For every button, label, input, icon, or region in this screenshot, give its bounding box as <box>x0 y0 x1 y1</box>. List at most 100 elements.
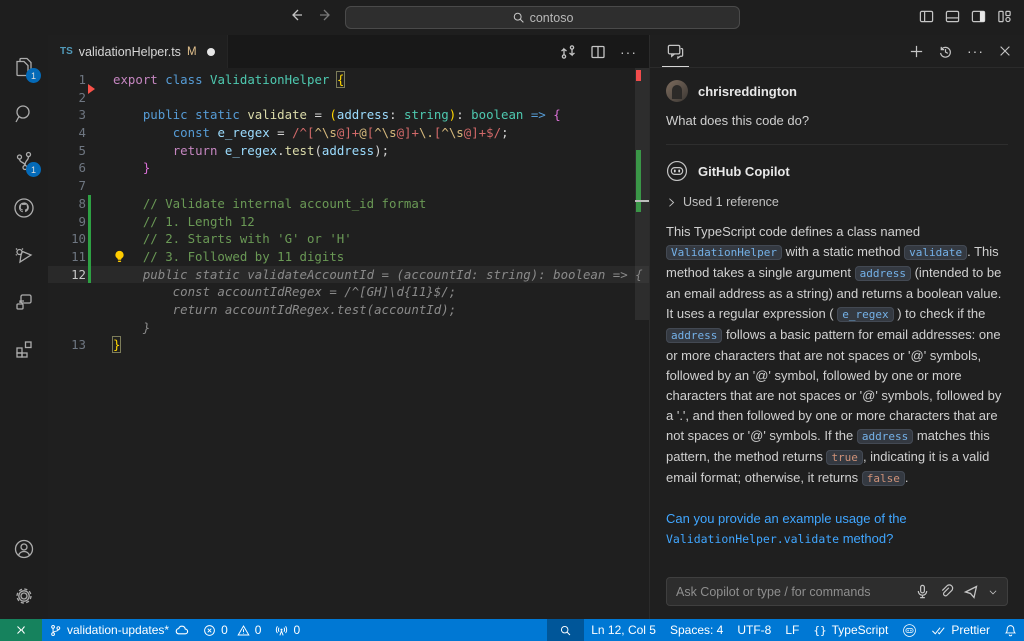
lightbulb-icon[interactable] <box>113 250 126 263</box>
search-icon <box>12 102 36 126</box>
code-line[interactable]: 2 <box>48 89 649 107</box>
tab-validation-helper[interactable]: TS validationHelper.ts M <box>48 35 228 68</box>
command-center-search[interactable]: contoso <box>345 6 740 29</box>
typescript-file-icon: TS <box>60 46 73 57</box>
copilot-chat-panel: ··· chrisreddington What does this code … <box>649 35 1024 619</box>
eol-item[interactable]: LF <box>778 619 806 641</box>
warning-count: 0 <box>255 623 262 637</box>
search-icon <box>559 624 572 637</box>
editor-group: TS validationHelper.ts M ··· 1export cla… <box>48 35 649 619</box>
indentation-item[interactable]: Spaces: 4 <box>663 619 730 641</box>
github-icon <box>12 196 36 220</box>
code-line[interactable]: 4 const e_regex = /^[^\s@]+@[^\s@]+\.[^\… <box>48 124 649 142</box>
toggle-secondary-sidebar-icon[interactable] <box>971 9 986 24</box>
chat-response-text: This TypeScript code defines a class nam… <box>666 222 1008 489</box>
user-message: chrisreddington What does this code do? <box>666 68 1008 145</box>
split-editor-icon[interactable] <box>590 44 606 60</box>
bell-icon <box>1004 624 1017 637</box>
radio-tower-icon <box>275 624 288 637</box>
account-icon <box>12 537 36 561</box>
toggle-panel-icon[interactable] <box>945 9 960 24</box>
remote-indicator[interactable] <box>0 619 42 641</box>
notifications-item[interactable] <box>997 619 1024 641</box>
references-toggle[interactable]: Used 1 reference <box>666 195 1008 209</box>
source-control-badge: 1 <box>26 162 41 177</box>
history-icon[interactable] <box>938 44 953 59</box>
extensions-icon <box>12 337 36 361</box>
deleted-lines-marker <box>88 84 95 94</box>
attach-icon[interactable] <box>939 584 954 599</box>
search-query: contoso <box>530 11 574 25</box>
git-modified-badge: M <box>187 46 197 58</box>
code-line[interactable]: 10 // 2. Starts with 'G' or 'H' <box>48 230 649 248</box>
customize-layout-icon[interactable] <box>997 9 1012 24</box>
search-icon <box>512 11 525 24</box>
code-line[interactable]: 1export class ValidationHelper { <box>48 71 649 89</box>
accounts-button[interactable] <box>0 525 48 572</box>
toggle-primary-sidebar-icon[interactable] <box>919 9 934 24</box>
code-line[interactable]: return accountIdRegex.test(accountId); <box>48 301 649 319</box>
code-line[interactable]: const accountIdRegex = /^[GH]\d{11}$/; <box>48 283 649 301</box>
code-line[interactable]: 7 <box>48 177 649 195</box>
more-actions-icon[interactable]: ··· <box>967 43 984 59</box>
ports-item[interactable]: 0 <box>268 619 307 641</box>
sidebar-item-run-debug[interactable] <box>0 231 48 278</box>
sidebar-item-extensions[interactable] <box>0 325 48 372</box>
microphone-icon[interactable] <box>915 584 930 599</box>
code-lines: 1export class ValidationHelper {23 publi… <box>48 71 649 354</box>
send-icon[interactable] <box>963 584 979 600</box>
sync-cloud-icon <box>174 623 189 638</box>
assistant-header: GitHub Copilot <box>666 160 1008 182</box>
unsaved-dot-icon[interactable] <box>207 48 215 56</box>
settings-button[interactable] <box>0 572 48 619</box>
explorer-badge: 1 <box>26 68 41 83</box>
git-branch-item[interactable]: validation-updates* <box>42 619 196 641</box>
chat-input-box[interactable] <box>666 577 1008 606</box>
code-line[interactable]: 5 return e_regex.test(address); <box>48 142 649 160</box>
run-debug-icon <box>12 243 36 267</box>
code-line[interactable]: 8 // Validate internal account_id format <box>48 195 649 213</box>
language-mode-icon: {} <box>813 624 826 637</box>
activity-bar: 1 1 <box>0 35 48 619</box>
sidebar-item-explorer[interactable]: 1 <box>0 43 48 90</box>
cursor-position-item[interactable]: Ln 12, Col 5 <box>584 619 663 641</box>
forward-icon[interactable] <box>318 7 334 23</box>
problems-item[interactable]: 0 0 <box>196 619 268 641</box>
followup-suggestion[interactable]: Can you provide an example usage of the … <box>666 509 1008 549</box>
chat-input[interactable] <box>676 585 906 599</box>
code-line[interactable]: 3 public static validate = (address: str… <box>48 106 649 124</box>
sidebar-item-source-control[interactable]: 1 <box>0 137 48 184</box>
language-mode-item[interactable]: {} TypeScript <box>806 619 895 641</box>
code-editor[interactable]: 1export class ValidationHelper {23 publi… <box>48 68 649 619</box>
back-icon[interactable] <box>288 7 304 23</box>
formatter-item[interactable]: Prettier <box>924 619 997 641</box>
sidebar-item-remote-explorer[interactable] <box>0 278 48 325</box>
scrollbar[interactable] <box>635 68 649 619</box>
new-chat-icon[interactable] <box>909 44 924 59</box>
code-line[interactable]: 13} <box>48 336 649 354</box>
close-icon[interactable] <box>998 44 1012 58</box>
code-line[interactable]: 12 public static validateAccountId = (ac… <box>48 266 649 284</box>
title-bar: contoso <box>0 0 1024 35</box>
search-status-item[interactable] <box>547 619 584 641</box>
user-question: What does this code do? <box>666 113 1008 128</box>
code-line[interactable]: 11 // 3. Followed by 11 digits <box>48 248 649 266</box>
encoding-item[interactable]: UTF-8 <box>730 619 778 641</box>
open-changes-icon[interactable] <box>560 44 576 60</box>
branch-label: validation-updates* <box>67 623 169 637</box>
user-avatar <box>666 80 688 102</box>
copilot-status-item[interactable] <box>895 619 924 641</box>
sidebar-item-search[interactable] <box>0 90 48 137</box>
tab-file-name: validationHelper.ts <box>79 45 181 59</box>
sidebar-item-github[interactable] <box>0 184 48 231</box>
error-icon <box>203 624 216 637</box>
chat-tab[interactable] <box>662 35 689 67</box>
followup-text-end: method? <box>839 531 893 546</box>
more-actions-icon[interactable]: ··· <box>620 44 637 60</box>
code-line[interactable]: 6 } <box>48 159 649 177</box>
warning-icon <box>237 624 250 637</box>
send-dropdown-icon[interactable] <box>988 587 998 597</box>
code-line[interactable]: 9 // 1. Length 12 <box>48 213 649 231</box>
code-line[interactable]: } <box>48 319 649 337</box>
double-check-icon <box>931 624 946 637</box>
